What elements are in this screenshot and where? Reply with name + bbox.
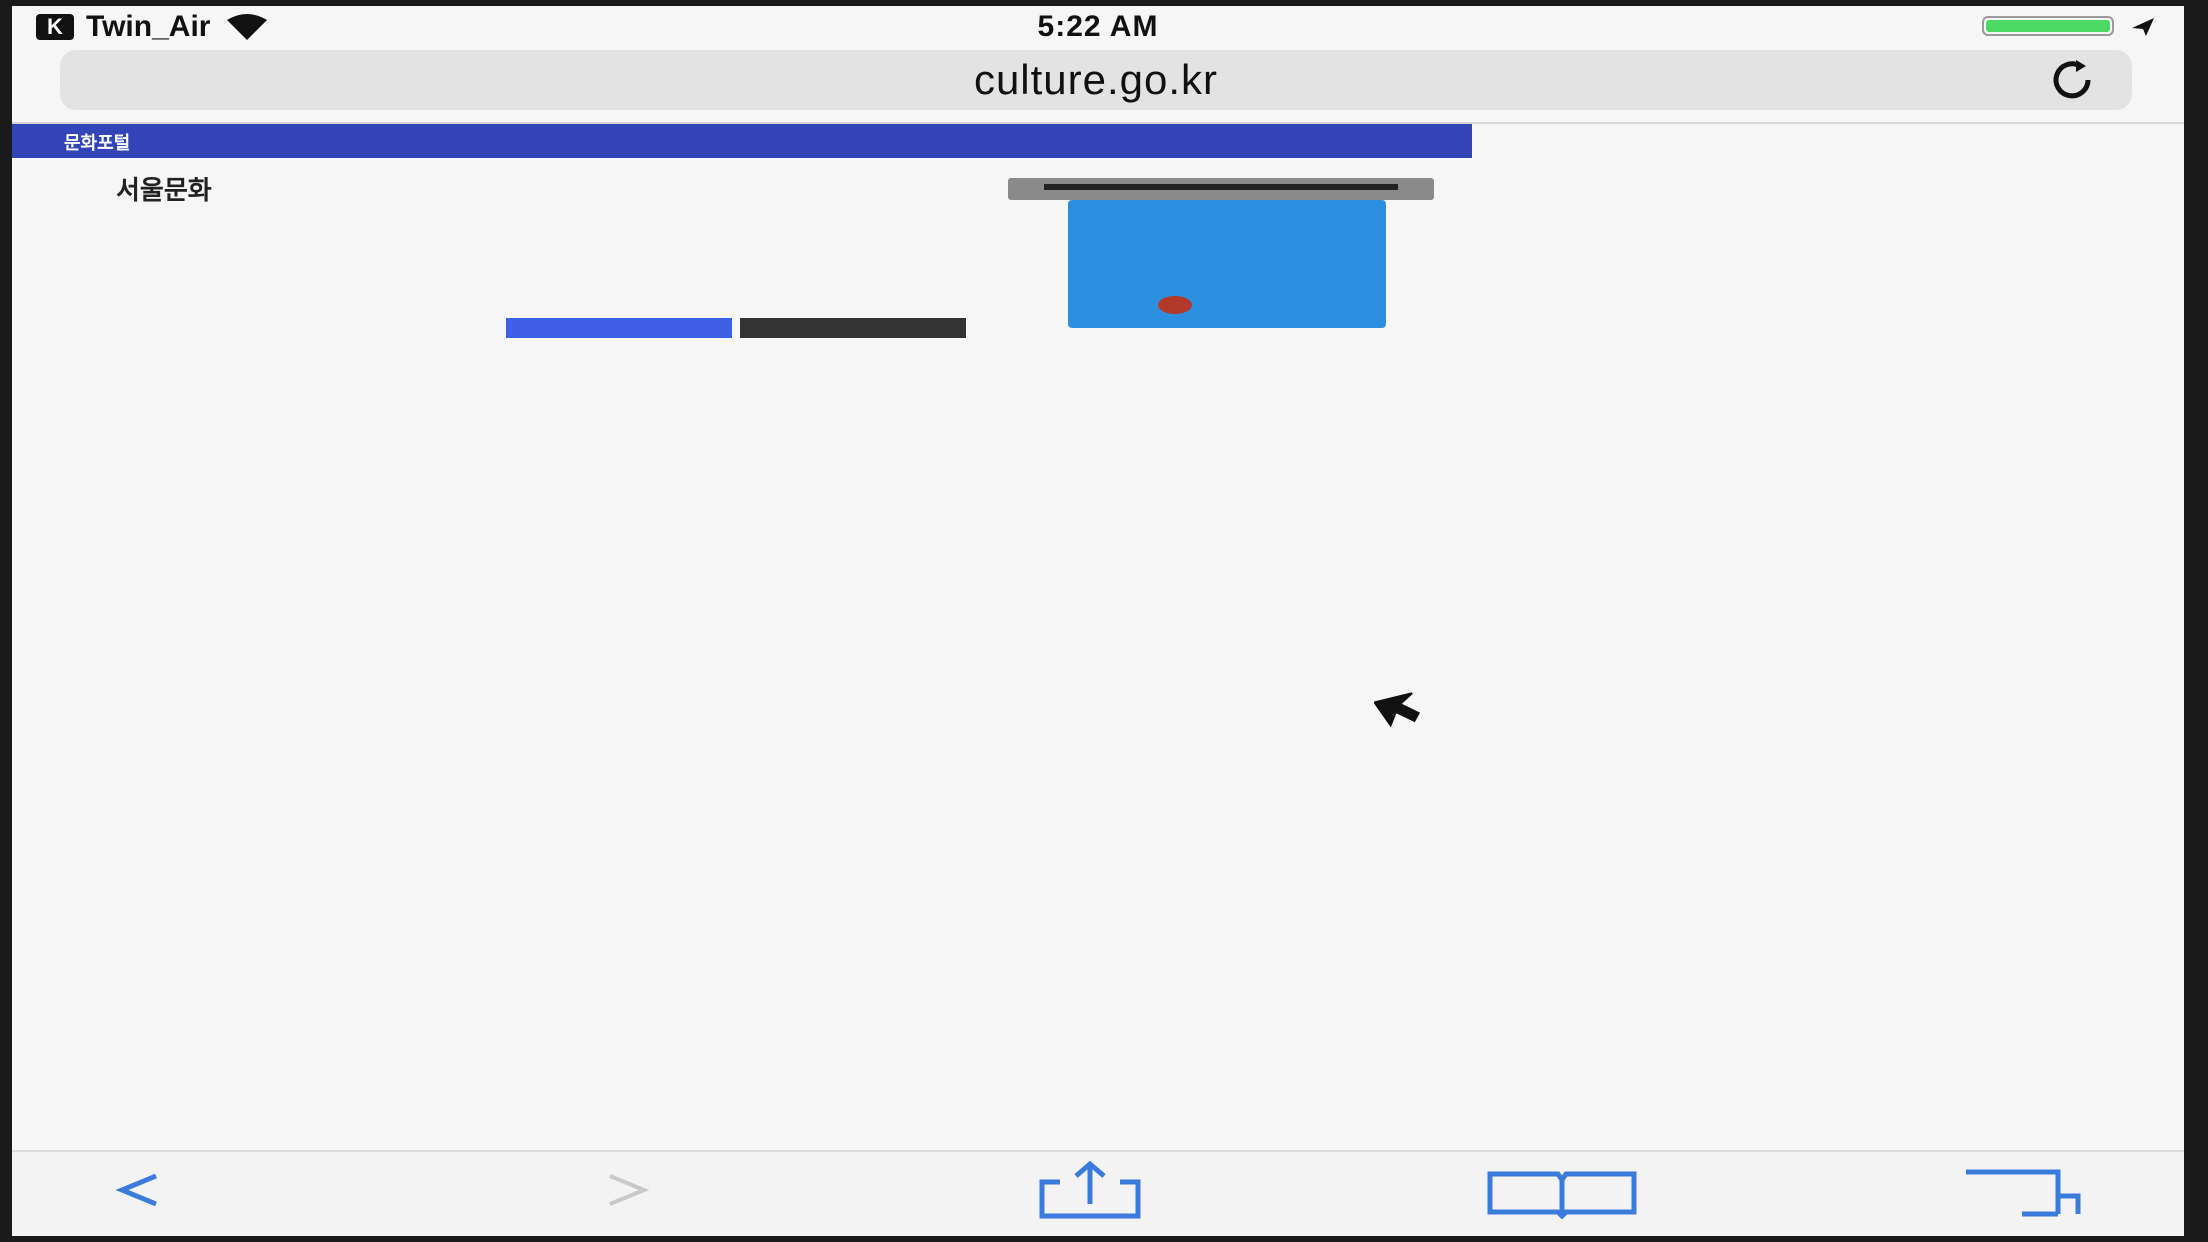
banner-logo-icon [1158, 296, 1192, 314]
banner-body[interactable] [1068, 200, 1386, 328]
cursor-icon [1374, 692, 1421, 728]
tabs-icon [1966, 1169, 2081, 1217]
page-header-bar: 문화포털 [12, 124, 1472, 158]
location-arrow-icon [2132, 18, 2154, 36]
info-label [116, 216, 304, 231]
device-screen: K Twin_Air 5:22 AM culture.go.kr 문화포털 서울… [12, 6, 2184, 1236]
status-time: 5:22 AM [1037, 10, 1159, 43]
info-row [116, 231, 304, 246]
share-icon [1039, 1160, 1141, 1219]
secondary-action-button[interactable] [740, 318, 966, 338]
share-button[interactable] [1030, 1160, 1150, 1220]
banner-top-strip [1008, 178, 1434, 200]
reload-icon[interactable] [2042, 58, 2102, 102]
info-row [116, 261, 304, 276]
battery-level-fill [1986, 20, 2110, 32]
bookmarks-icon [1487, 1171, 1637, 1220]
tabs-button[interactable] [1962, 1160, 2082, 1220]
content-title: 서울문화 [116, 175, 212, 205]
banner-top-line [1044, 184, 1398, 190]
info-label [116, 276, 304, 291]
forward-icon [609, 1174, 650, 1206]
status-bar: K Twin_Air 5:22 AM [12, 6, 2184, 46]
primary-action-button[interactable] [506, 318, 732, 338]
battery-icon [1982, 16, 2114, 36]
forward-button[interactable] [598, 1160, 658, 1220]
url-text[interactable]: culture.go.kr [60, 56, 2132, 104]
info-label [116, 231, 304, 246]
address-bar[interactable]: culture.go.kr [60, 50, 2132, 110]
back-icon [115, 1173, 157, 1207]
info-row [116, 276, 304, 291]
info-row [116, 216, 304, 231]
bookmarks-button[interactable] [1482, 1160, 1642, 1220]
info-row [116, 246, 304, 261]
info-table [116, 216, 304, 291]
info-label [116, 261, 304, 276]
promo-banner[interactable] [1008, 178, 1434, 328]
back-button[interactable] [108, 1160, 168, 1220]
site-title[interactable]: 문화포털 [64, 129, 130, 155]
info-label [116, 246, 304, 261]
banner-footer [1158, 296, 1202, 314]
browser-toolbar [12, 1150, 2184, 1236]
